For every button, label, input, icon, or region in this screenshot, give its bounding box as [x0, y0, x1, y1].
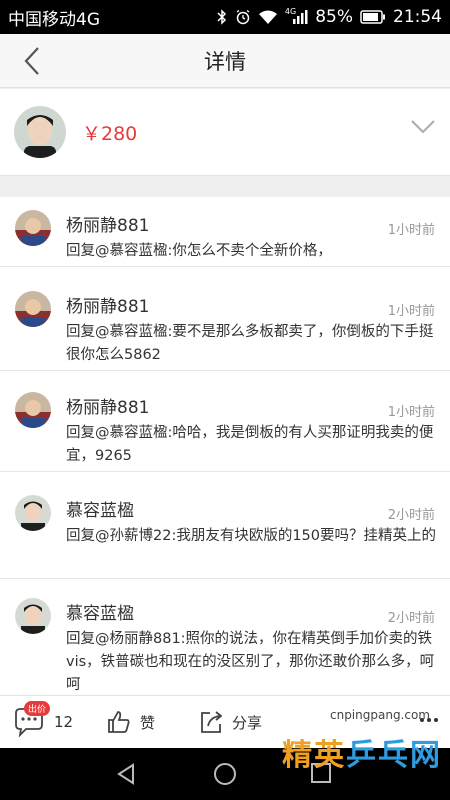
user-avatar[interactable]	[15, 598, 51, 634]
thumbs-up-icon	[108, 711, 130, 733]
comment-time: 2小时前	[387, 611, 435, 626]
comment-time: 1小时前	[387, 223, 435, 238]
battery-percent: 85%	[315, 7, 353, 27]
watermark-logo-b: 乒乓网	[346, 738, 442, 773]
user-avatar[interactable]	[15, 210, 51, 246]
comment-time: 1小时前	[387, 405, 435, 420]
like-button[interactable]: 赞	[106, 696, 155, 748]
comment-count: 12	[54, 713, 74, 731]
status-icons: 4G 85% 21:54	[216, 7, 442, 27]
comment-button[interactable]: 出价 12	[12, 696, 73, 748]
user-avatar[interactable]	[15, 392, 51, 428]
comment-item[interactable]: 慕容蓝楹 2小时前 回复@杨丽静881:照你的说法，你在精英倒手加价卖的铁vis…	[0, 585, 450, 695]
like-label: 赞	[140, 713, 156, 732]
comment-text: 回复@孙薪博22:我朋友有块欧版的150要吗？挂精英上的	[66, 528, 437, 544]
chevron-left-icon	[24, 47, 39, 75]
price-label: ￥280	[82, 122, 138, 145]
back-button[interactable]	[16, 44, 48, 78]
section-divider	[0, 175, 450, 197]
alarm-icon	[235, 9, 251, 25]
comment-user[interactable]: 慕容蓝楹	[66, 599, 134, 624]
nav-back-icon[interactable]	[115, 762, 137, 790]
comment-text: 回复@慕容蓝楹:要不是那么多板都卖了，你倒板的下手挺很你怎么5862	[66, 324, 434, 363]
user-avatar[interactable]	[15, 291, 51, 327]
bid-badge: 出价	[24, 701, 51, 716]
chevron-down-icon[interactable]	[410, 119, 436, 139]
comment-text: 回复@杨丽静881:照你的说法，你在精英倒手加价卖的铁vis，铁普碳也和现在的没…	[66, 631, 435, 693]
comment-text: 回复@慕容蓝楹:哈哈，我是倒板的有人买那证明我卖的便宜，9265	[66, 425, 434, 464]
watermark-url: cnpingpang.com	[329, 708, 430, 722]
site-watermark: cnpingpang.com 精英乒乓网	[260, 700, 450, 800]
nav-home-icon[interactable]	[213, 762, 237, 790]
comment-user[interactable]: 杨丽静881	[66, 292, 149, 317]
share-icon	[201, 711, 223, 733]
comment-text: 回复@慕容蓝楹:你怎么不卖个全新价格，	[66, 243, 332, 259]
comment-time: 1小时前	[387, 304, 435, 319]
watermark-logo-a: 精英	[282, 738, 346, 773]
network-type: 4G	[284, 6, 308, 25]
carrier-label: 中国移动4G	[8, 9, 100, 30]
seller-avatar[interactable]	[14, 106, 66, 158]
status-bar: 中国移动4G 4G 85% 21:54	[0, 0, 450, 34]
header: 详情	[0, 34, 450, 88]
comment-list[interactable]: 杨丽静881 1小时前 回复@慕容蓝楹:你怎么不卖个全新价格， 杨丽静881 1…	[0, 197, 450, 695]
bluetooth-icon	[216, 9, 228, 25]
comment-time: 2小时前	[387, 508, 435, 523]
wifi-icon	[258, 9, 278, 25]
comment-item[interactable]: 慕容蓝楹 2小时前 回复@孙薪博22:我朋友有块欧版的150要吗？挂精英上的	[0, 482, 450, 579]
user-avatar[interactable]	[15, 495, 51, 531]
battery-icon	[360, 10, 386, 24]
comment-user[interactable]: 杨丽静881	[66, 393, 149, 418]
comment-user[interactable]: 杨丽静881	[66, 211, 149, 236]
clock: 21:54	[393, 7, 442, 27]
network-label: 4G	[284, 6, 297, 16]
comment-item[interactable]: 杨丽静881 1小时前 回复@慕容蓝楹:要不是那么多板都卖了，你倒板的下手挺很你…	[0, 278, 450, 371]
page-title: 详情	[204, 49, 246, 74]
listing-summary[interactable]: ￥280	[0, 89, 450, 175]
comment-user[interactable]: 慕容蓝楹	[66, 496, 134, 521]
comment-item[interactable]: 杨丽静881 1小时前 回复@慕容蓝楹:哈哈，我是倒板的有人买那证明我卖的便宜，…	[0, 379, 450, 472]
comment-item[interactable]: 杨丽静881 1小时前 回复@慕容蓝楹:你怎么不卖个全新价格，	[0, 197, 450, 267]
watermark-logo: 精英乒乓网	[282, 730, 442, 774]
share-button[interactable]: 分享	[198, 696, 262, 748]
share-label: 分享	[232, 713, 263, 732]
